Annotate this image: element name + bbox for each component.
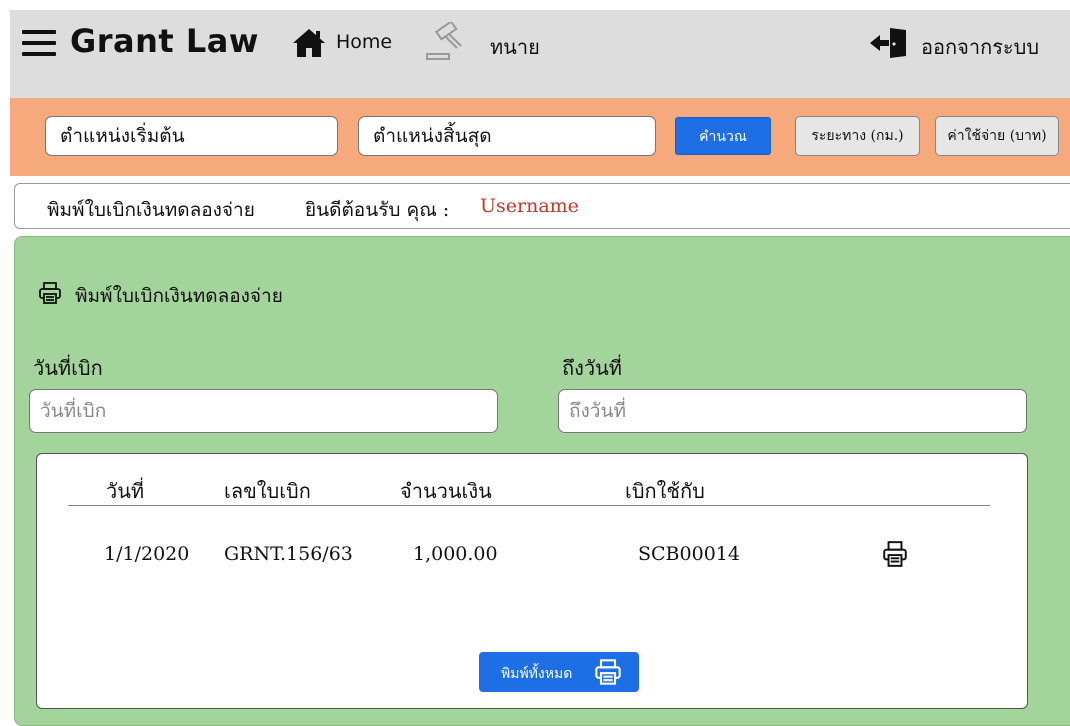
lawyer-link[interactable]: ทนาย	[490, 31, 540, 63]
gavel-icon[interactable]	[423, 20, 467, 66]
row-date: 1/1/2020	[104, 543, 190, 565]
date-from-label: วันที่เบิก	[33, 356, 103, 380]
home-icon[interactable]	[292, 28, 326, 62]
print-all-label: พิมพ์ทั้งหมด	[501, 666, 573, 682]
welcome-bar: พิมพ์ใบเบิกเงินทดลองจ่าย ยินดีต้อนรับ คุ…	[14, 183, 1070, 229]
end-location-input[interactable]: ตำแหน่งสิ้นสุด	[358, 116, 656, 156]
calculate-button[interactable]: คำนวณ	[675, 117, 771, 155]
menu-icon[interactable]	[22, 30, 56, 56]
print-all-button[interactable]: พิมพ์ทั้งหมด	[479, 652, 639, 692]
date-to-label: ถึงวันที่	[562, 356, 622, 380]
column-header-number: เลขใบเบิก	[224, 479, 311, 503]
start-location-input[interactable]: ตำแหน่งเริ่มต้น	[45, 116, 338, 156]
logout-icon[interactable]	[868, 26, 910, 64]
brand-logo[interactable]: Grant Law	[70, 22, 259, 60]
date-to-input[interactable]: ถึงวันที่	[558, 389, 1027, 433]
page-name: พิมพ์ใบเบิกเงินทดลองจ่าย	[47, 199, 255, 221]
username-text: Username	[480, 195, 579, 217]
column-header-amount: จำนวนเงิน	[400, 479, 492, 503]
greeting-text: ยินดีต้อนรับ คุณ :	[305, 199, 450, 221]
column-header-used-for: เบิกใช้กับ	[625, 479, 705, 503]
printer-icon	[38, 281, 62, 309]
logout-link[interactable]: ออกจากระบบ	[921, 31, 1039, 63]
panel-title: พิมพ์ใบเบิกเงินทดลองจ่าย	[75, 285, 283, 307]
row-amount: 1,000.00	[413, 543, 498, 565]
date-from-input[interactable]: วันที่เบิก	[29, 389, 498, 433]
row-printer-icon[interactable]	[882, 540, 908, 572]
cost-field[interactable]: ค่าใช้จ่าย (บาท)	[935, 116, 1059, 156]
row-used-for: SCB00014	[638, 543, 740, 565]
distance-field[interactable]: ระยะทาง (กม.)	[795, 116, 920, 156]
row-number: GRNT.156/63	[224, 543, 353, 565]
home-link[interactable]: Home	[336, 31, 392, 53]
column-header-date: วันที่	[106, 479, 145, 503]
printer-icon	[594, 658, 622, 690]
header-divider	[68, 505, 990, 506]
